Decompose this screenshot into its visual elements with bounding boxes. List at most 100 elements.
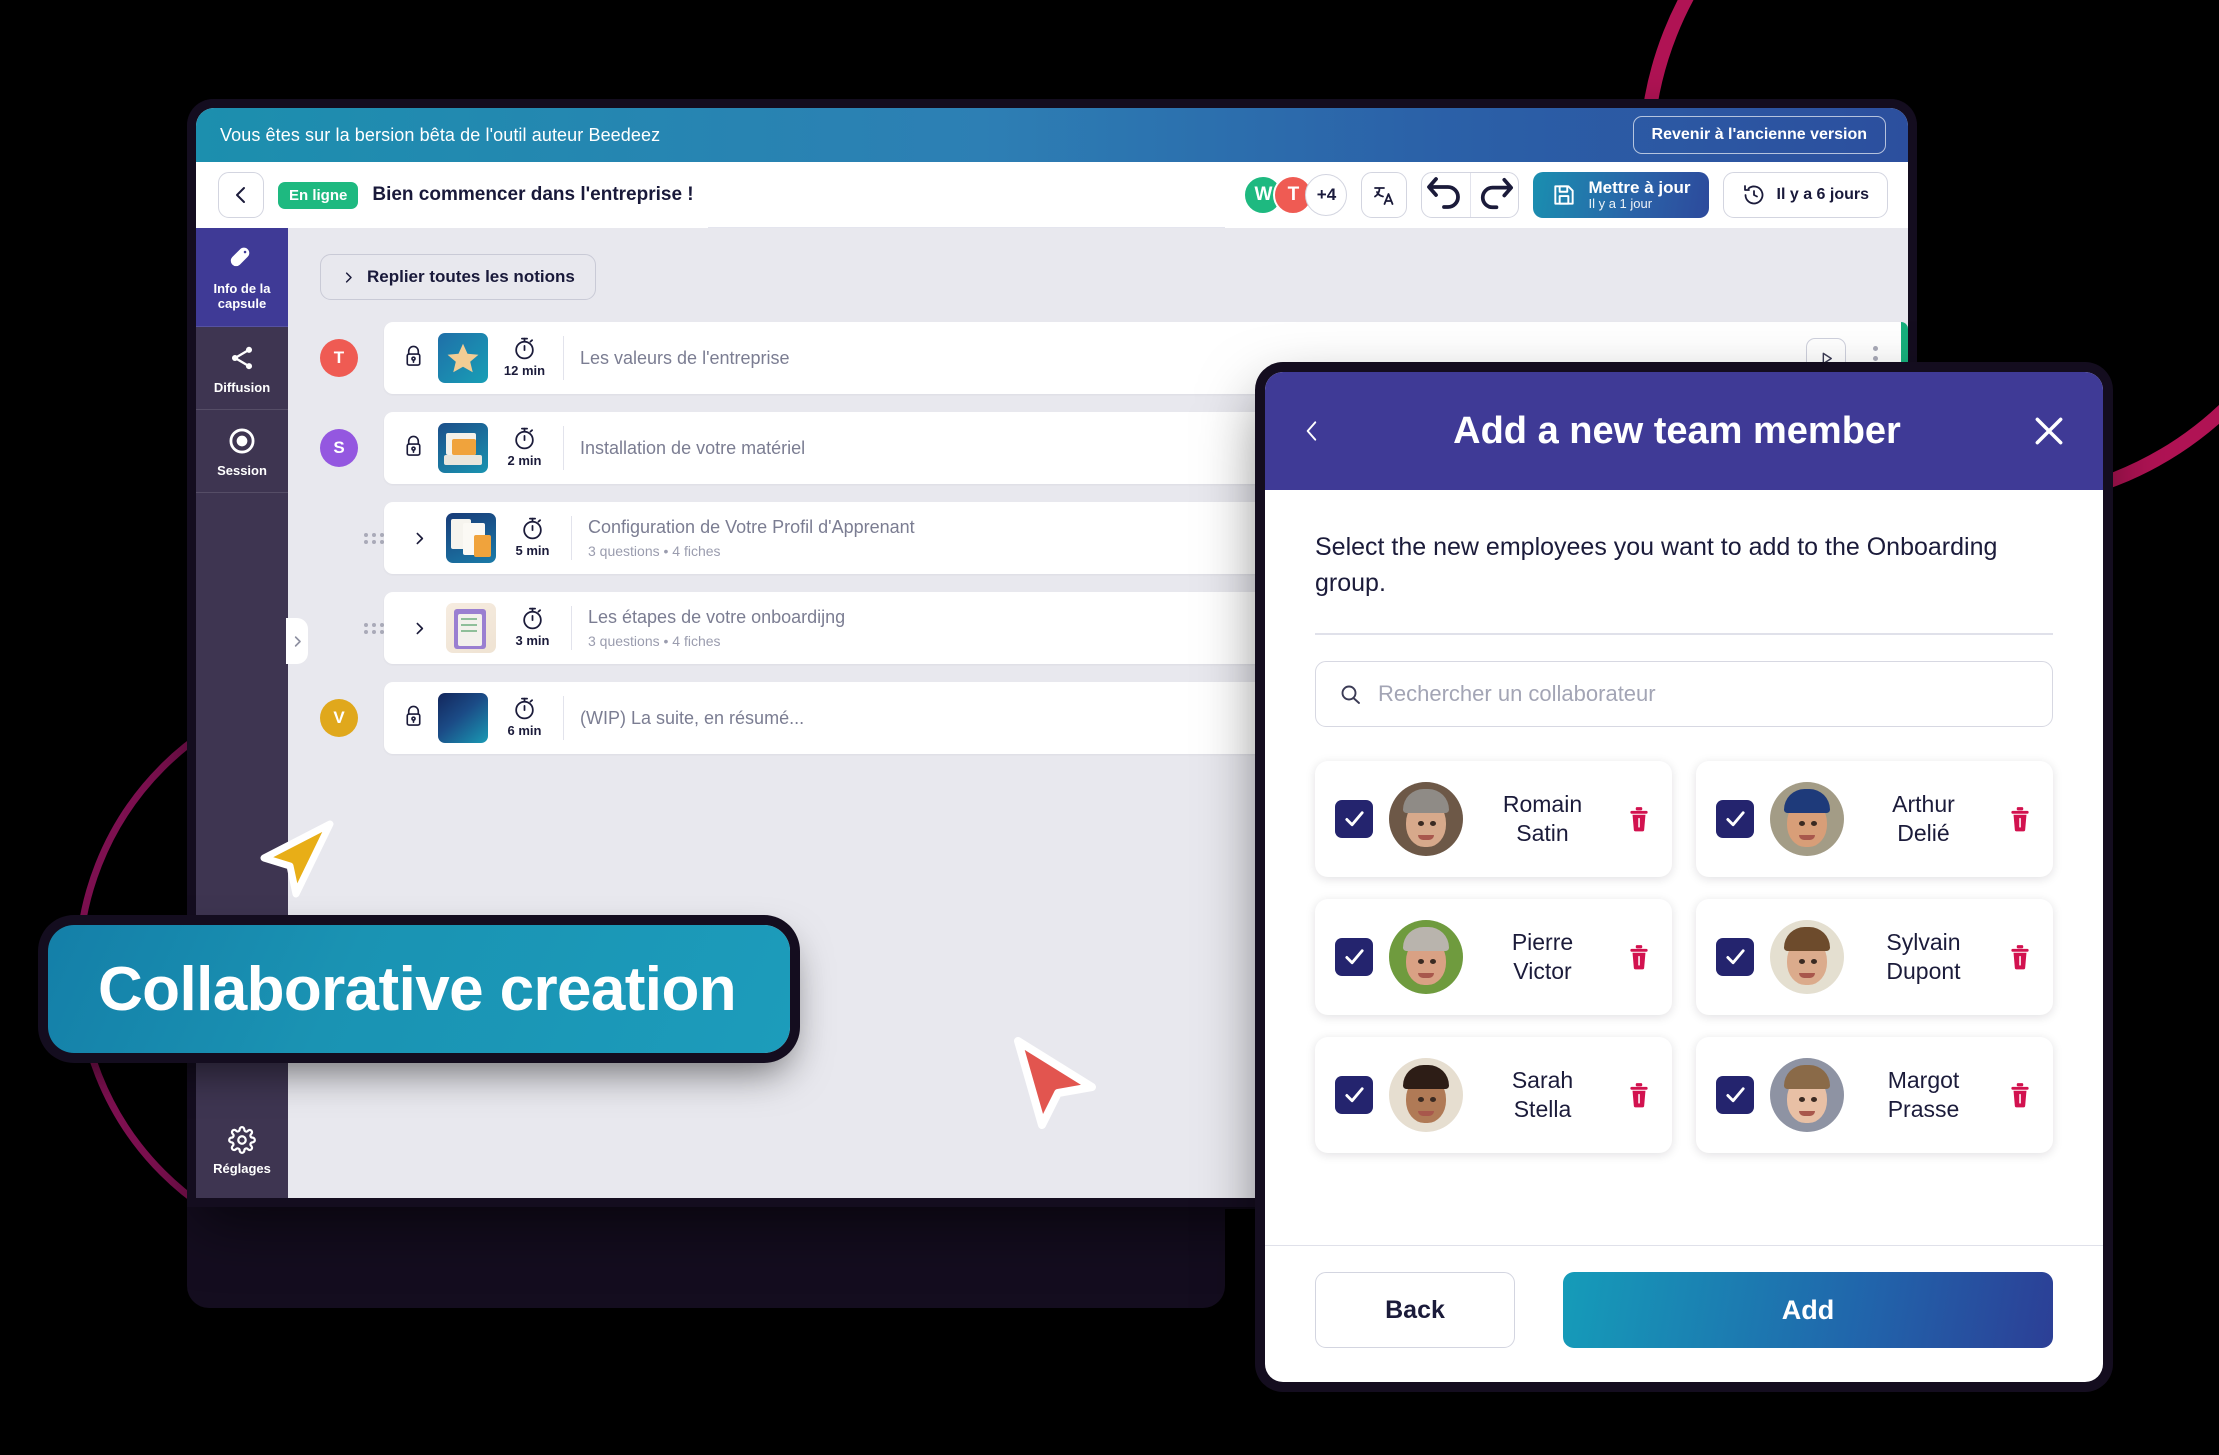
chevron-left-icon bbox=[236, 187, 245, 203]
sidebar-item-diffusion[interactable]: Diffusion bbox=[196, 327, 288, 410]
history-button[interactable]: Il y a 6 jours bbox=[1722, 172, 1888, 218]
trash-icon bbox=[1630, 944, 1648, 969]
modal-footer: Back Add bbox=[1265, 1245, 2103, 1382]
employee-checkbox[interactable] bbox=[1335, 1075, 1373, 1114]
employee-card[interactable]: Sarah Stella bbox=[1315, 1036, 1672, 1153]
notion-duration: 12 min bbox=[490, 336, 564, 380]
clipboard-thumbnail bbox=[446, 603, 496, 653]
notion-thumbnail bbox=[446, 603, 496, 653]
check-icon bbox=[1344, 949, 1364, 965]
employee-card[interactable]: Arthur Delié bbox=[1696, 760, 2053, 877]
notion-duration-label: 2 min bbox=[507, 453, 542, 468]
sidebar-item-settings[interactable]: Réglages bbox=[196, 1125, 288, 1176]
remove-employee-button[interactable] bbox=[2003, 1081, 2037, 1109]
trash-icon bbox=[1630, 1082, 1648, 1107]
employee-avatar bbox=[1770, 919, 1844, 994]
check-icon bbox=[1725, 1087, 1745, 1103]
employee-card[interactable]: Pierre Victor bbox=[1315, 898, 1672, 1015]
chevron-right-icon bbox=[416, 532, 423, 544]
modal-description: Select the new employees you want to add… bbox=[1315, 533, 1998, 597]
notion-thumbnail bbox=[438, 333, 488, 383]
row-menu-button[interactable] bbox=[1860, 345, 1890, 371]
back-button[interactable]: Back bbox=[1315, 1272, 1515, 1348]
remove-employee-button[interactable] bbox=[2003, 943, 2037, 971]
employee-card[interactable]: Romain Satin bbox=[1315, 760, 1672, 877]
star-thumbnail bbox=[438, 333, 488, 383]
top-toolbar: En ligne Bien commencer dans l'entrepris… bbox=[196, 162, 1908, 228]
sidebar-item-session[interactable]: Session bbox=[196, 410, 288, 494]
collapse-all-notions-button[interactable]: Replier toutes les notions bbox=[320, 254, 596, 300]
revert-version-button[interactable]: Revenir à l'ancienne version bbox=[1632, 116, 1886, 154]
notion-thumbnail bbox=[438, 423, 488, 473]
modal-body: Select the new employees you want to add… bbox=[1265, 490, 2103, 1245]
employee-checkbox[interactable] bbox=[1716, 799, 1754, 838]
employee-card[interactable]: Sylvain Dupont bbox=[1696, 898, 2053, 1015]
remove-employee-button[interactable] bbox=[1622, 943, 1656, 971]
sidebar-item-label: Session bbox=[217, 462, 267, 478]
photo-romain-satin bbox=[1389, 781, 1463, 856]
trash-icon bbox=[2011, 944, 2029, 969]
feature-label-text: Collaborative creation bbox=[98, 954, 737, 1024]
status-badge: En ligne bbox=[278, 181, 359, 209]
check-icon bbox=[1344, 811, 1364, 827]
add-button[interactable]: Add bbox=[1563, 1272, 2053, 1348]
modal-back-button[interactable] bbox=[1299, 418, 1325, 444]
search-icon bbox=[1341, 685, 1360, 704]
employee-checkbox[interactable] bbox=[1335, 937, 1373, 976]
expand-notion-button[interactable] bbox=[402, 620, 436, 637]
modal-title: Add a new team member bbox=[1453, 409, 1901, 452]
employee-avatar bbox=[1389, 781, 1463, 856]
remove-employee-button[interactable] bbox=[1622, 1081, 1656, 1109]
modal-close-button[interactable] bbox=[2029, 411, 2069, 451]
expand-notion-button[interactable] bbox=[402, 530, 436, 547]
row-author-avatar-empty bbox=[320, 609, 358, 647]
employee-name: Arthur Delié bbox=[1892, 790, 1955, 846]
drag-handle-icon[interactable] bbox=[364, 622, 384, 634]
search-input[interactable] bbox=[1378, 680, 2030, 707]
feature-label-badge: Collaborative creation bbox=[48, 925, 790, 1053]
translate-button[interactable] bbox=[1361, 172, 1408, 218]
history-button-label: Il y a 6 jours bbox=[1776, 186, 1869, 203]
close-x-icon bbox=[2035, 417, 2063, 445]
stopwatch-icon bbox=[523, 607, 542, 630]
sidebar-expander-button[interactable] bbox=[286, 618, 308, 664]
row-author-avatar[interactable]: T bbox=[320, 339, 358, 377]
stopwatch-icon bbox=[515, 337, 534, 360]
employee-search-field[interactable] bbox=[1315, 660, 2053, 727]
sidebar-item-info-capsule[interactable]: Info de la capsule bbox=[196, 228, 288, 327]
drag-handle-icon[interactable] bbox=[364, 532, 384, 544]
check-icon bbox=[1725, 949, 1745, 965]
row-author-avatar[interactable]: S bbox=[320, 429, 358, 467]
notion-duration-label: 6 min bbox=[507, 723, 542, 738]
employee-checkbox[interactable] bbox=[1716, 1075, 1754, 1114]
collapse-all-notions-label: Replier toutes les notions bbox=[367, 267, 575, 286]
notion-duration: 3 min bbox=[498, 606, 572, 650]
translate-icon bbox=[1374, 187, 1394, 205]
save-button[interactable]: Mettre à jour Il y a 1 jour bbox=[1533, 172, 1709, 218]
beta-banner-text: Vous êtes sur la bersion bêta de l'outil… bbox=[220, 124, 661, 145]
save-disk-icon bbox=[1554, 185, 1575, 205]
photo-margot-prasse bbox=[1770, 1057, 1844, 1132]
capsule-pill-icon bbox=[230, 247, 250, 267]
row-author-avatar[interactable]: V bbox=[320, 699, 358, 737]
redo-button[interactable] bbox=[1470, 173, 1518, 217]
chevron-right-icon bbox=[416, 622, 423, 634]
blank-gradient-thumbnail bbox=[438, 693, 488, 743]
employee-checkbox[interactable] bbox=[1335, 799, 1373, 838]
employee-name: Sarah Stella bbox=[1511, 1066, 1574, 1122]
avatar-overflow-count[interactable]: +4 bbox=[1305, 174, 1348, 216]
notion-duration: 6 min bbox=[490, 696, 564, 740]
stopwatch-icon bbox=[515, 697, 534, 720]
notion-duration-label: 5 min bbox=[515, 543, 550, 558]
employee-checkbox[interactable] bbox=[1716, 937, 1754, 976]
remove-employee-button[interactable] bbox=[1622, 805, 1656, 833]
sidebar-item-label: Diffusion bbox=[213, 379, 271, 395]
lock-icon bbox=[406, 435, 421, 456]
modal-header: Add a new team member bbox=[1265, 372, 2103, 490]
save-button-label: Mettre à jour bbox=[1588, 177, 1691, 197]
undo-button[interactable] bbox=[1422, 173, 1470, 217]
remove-employee-button[interactable] bbox=[2003, 805, 2037, 833]
employee-card[interactable]: Margot Prasse bbox=[1696, 1036, 2053, 1153]
back-button[interactable] bbox=[218, 172, 264, 218]
desktop-setup-thumbnail bbox=[438, 423, 488, 473]
